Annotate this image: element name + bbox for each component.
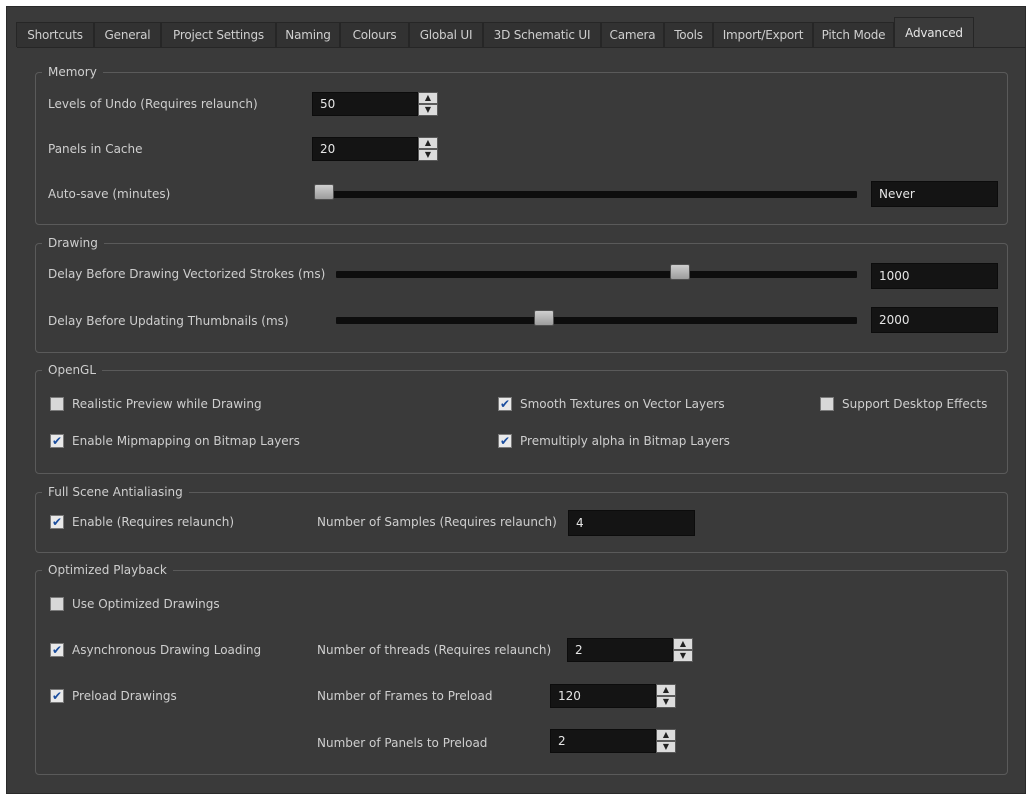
delay-strokes-value-field[interactable]: 1000 <box>871 263 998 289</box>
use-optimized-label: Use Optimized Drawings <box>72 597 220 611</box>
delay-strokes-slider-track <box>336 271 857 278</box>
panels-label: Number of Panels to Preload <box>317 736 488 750</box>
smooth-textures-label: Smooth Textures on Vector Layers <box>520 397 725 411</box>
autosave-label: Auto-save (minutes) <box>48 187 171 201</box>
cache-spin-buttons: ▲ ▼ <box>418 137 438 161</box>
threads-increment-button[interactable]: ▲ <box>673 638 693 650</box>
cache-input[interactable]: 20 <box>312 137 418 161</box>
opengl-group-title: OpenGL <box>42 362 103 378</box>
delay-thumbs-slider-handle[interactable] <box>534 310 555 326</box>
undo-spinbox: 50 ▲ ▼ <box>312 92 440 116</box>
desktop-effects-check-icon[interactable] <box>820 397 834 411</box>
delay-strokes-label: Delay Before Drawing Vectorized Strokes … <box>48 267 326 281</box>
premultiply-label: Premultiply alpha in Bitmap Layers <box>520 434 730 448</box>
cache-decrement-button[interactable]: ▼ <box>418 149 438 161</box>
use-optimized-check-icon[interactable] <box>50 597 64 611</box>
threads-decrement-button[interactable]: ▼ <box>673 650 693 662</box>
tab-import-export[interactable]: Import/Export <box>713 22 813 47</box>
delay-strokes-slider-handle[interactable] <box>669 264 690 280</box>
tab-global-ui[interactable]: Global UI <box>409 22 483 47</box>
realistic-preview-check-icon[interactable] <box>50 397 64 411</box>
drawing-group-title: Drawing <box>42 235 104 251</box>
tab-advanced[interactable]: Advanced <box>894 17 974 48</box>
async-loading-check-icon[interactable]: ✔ <box>50 643 64 657</box>
threads-input[interactable]: 2 <box>567 638 673 662</box>
tab-3d-schematic-ui[interactable]: 3D Schematic UI <box>483 22 601 47</box>
mipmapping-label: Enable Mipmapping on Bitmap Layers <box>72 434 300 448</box>
panels-decrement-button[interactable]: ▼ <box>656 741 676 753</box>
tab-camera[interactable]: Camera <box>601 22 664 47</box>
opengl-group: OpenGL <box>35 362 1008 474</box>
undo-label: Levels of Undo (Requires relaunch) <box>48 97 258 111</box>
delay-strokes-slider[interactable] <box>336 264 857 281</box>
panels-input[interactable]: 2 <box>550 729 656 753</box>
autosave-slider[interactable] <box>314 184 857 201</box>
tab-naming[interactable]: Naming <box>276 22 340 47</box>
tab-shortcuts[interactable]: Shortcuts <box>16 22 94 47</box>
tab-general[interactable]: General <box>94 22 161 47</box>
frames-spin-buttons: ▲ ▼ <box>656 684 676 708</box>
frames-spinbox: 120 ▲ ▼ <box>550 684 678 708</box>
delay-thumbs-value-field[interactable]: 2000 <box>871 307 998 333</box>
autosave-slider-track <box>314 191 857 198</box>
mipmapping-check-icon[interactable]: ✔ <box>50 434 64 448</box>
undo-increment-button[interactable]: ▲ <box>418 92 438 104</box>
desktop-effects-label: Support Desktop Effects <box>842 397 988 411</box>
preload-check-icon[interactable]: ✔ <box>50 689 64 703</box>
tab-colours[interactable]: Colours <box>340 22 409 47</box>
playback-group-title: Optimized Playback <box>42 562 173 578</box>
undo-spin-buttons: ▲ ▼ <box>418 92 438 116</box>
antialiasing-enable-check-icon[interactable]: ✔ <box>50 515 64 529</box>
samples-label: Number of Samples (Requires relaunch) <box>317 515 557 529</box>
antialiasing-group-title: Full Scene Antialiasing <box>42 484 189 500</box>
frames-increment-button[interactable]: ▲ <box>656 684 676 696</box>
advanced-pane: Memory Levels of Undo (Requires relaunch… <box>17 47 1026 794</box>
antialiasing-enable-label: Enable (Requires relaunch) <box>72 515 235 529</box>
memory-group-title: Memory <box>42 64 103 80</box>
autosave-value-field[interactable]: Never <box>871 181 998 207</box>
delay-thumbs-slider-track <box>336 317 857 324</box>
samples-value-field[interactable]: 4 <box>568 510 695 536</box>
preload-label: Preload Drawings <box>72 689 177 703</box>
autosave-slider-handle[interactable] <box>314 184 334 200</box>
delay-thumbs-label: Delay Before Updating Thumbnails (ms) <box>48 314 289 328</box>
frames-decrement-button[interactable]: ▼ <box>656 696 676 708</box>
async-loading-label: Asynchronous Drawing Loading <box>72 643 262 657</box>
tab-tools[interactable]: Tools <box>664 22 713 47</box>
premultiply-check-icon[interactable]: ✔ <box>498 434 512 448</box>
frames-label: Number of Frames to Preload <box>317 689 493 703</box>
cache-increment-button[interactable]: ▲ <box>418 137 438 149</box>
undo-input[interactable]: 50 <box>312 92 418 116</box>
tab-project-settings[interactable]: Project Settings <box>161 22 276 47</box>
smooth-textures-check-icon[interactable]: ✔ <box>498 397 512 411</box>
delay-thumbs-slider[interactable] <box>336 310 857 327</box>
panels-spinbox: 2 ▲ ▼ <box>550 729 678 753</box>
memory-group: Memory <box>35 64 1008 225</box>
frames-input[interactable]: 120 <box>550 684 656 708</box>
undo-decrement-button[interactable]: ▼ <box>418 104 438 116</box>
panels-spin-buttons: ▲ ▼ <box>656 729 676 753</box>
drawing-group: Drawing <box>35 235 1008 353</box>
threads-label: Number of threads (Requires relaunch) <box>317 643 552 657</box>
cache-label: Panels in Cache <box>48 142 143 156</box>
threads-spinbox: 2 ▲ ▼ <box>567 638 695 662</box>
tab-pitch-mode[interactable]: Pitch Mode <box>813 22 894 47</box>
panels-increment-button[interactable]: ▲ <box>656 729 676 741</box>
threads-spin-buttons: ▲ ▼ <box>673 638 693 662</box>
cache-spinbox: 20 ▲ ▼ <box>312 137 440 161</box>
realistic-preview-label: Realistic Preview while Drawing <box>72 397 262 411</box>
